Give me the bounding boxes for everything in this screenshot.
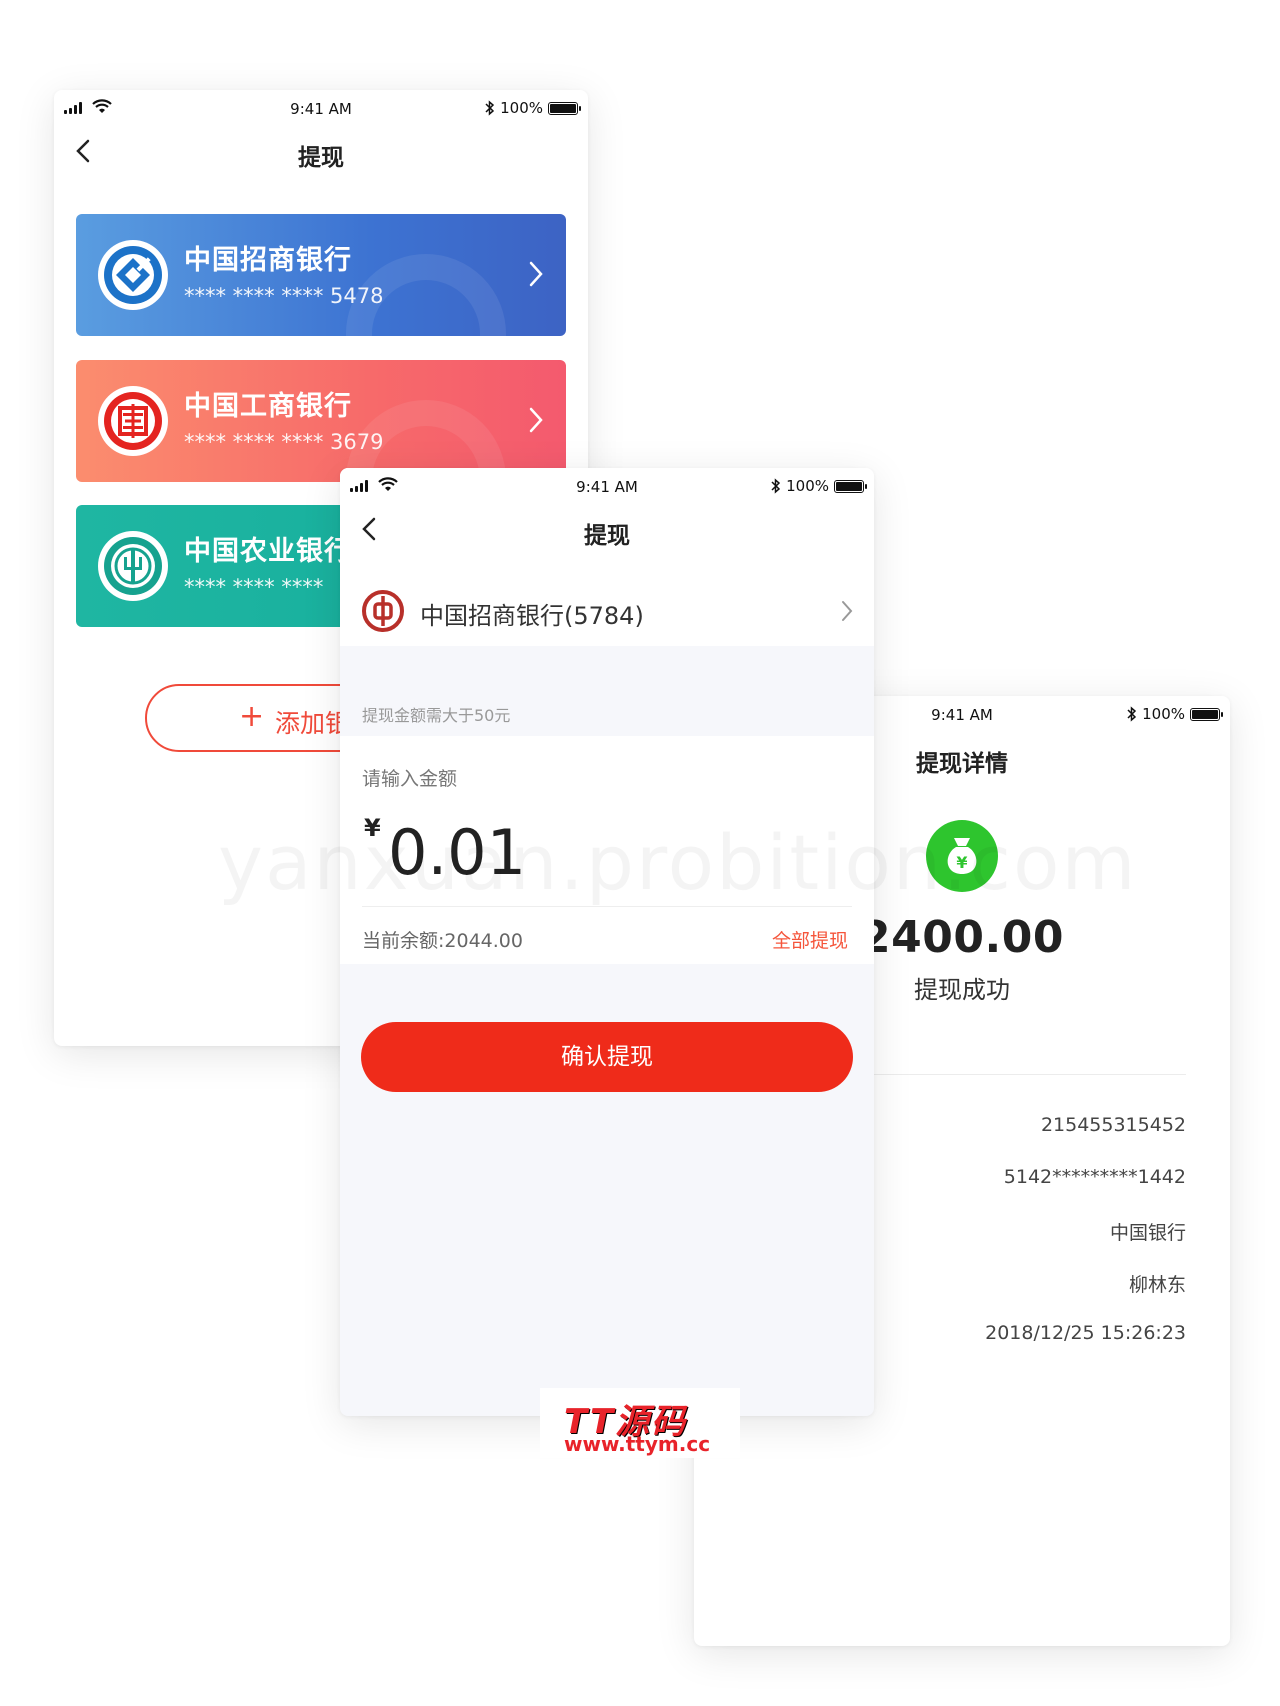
bluetooth-icon [771,478,781,494]
bluetooth-icon [485,100,495,116]
card-number: **** **** **** 3679 [184,430,384,454]
amount-input-label: 请输入金额 [362,768,458,790]
confirm-withdraw-button[interactable]: 确认提现 [361,1022,853,1092]
withdraw-all-link[interactable]: 全部提现 [772,926,848,953]
battery-percent: 100% [1142,705,1185,723]
nav-bar: 提现 [54,126,588,176]
select-bank-row[interactable]: 中国招商银行(5784) [340,576,874,646]
watermark: yanxuan.probition.com [218,818,1138,907]
status-bar: 9:41 AM 100% [54,90,588,126]
detail-time: 2018/12/25 15:26:23 [985,1322,1186,1344]
card-number: **** **** **** 5478 [184,284,384,308]
bluetooth-icon [1127,706,1137,722]
bank-card-icbc[interactable]: 中国工商银行 **** **** **** 3679 [76,360,566,482]
card-number: **** **** **** [184,575,324,599]
current-balance: 当前余额:2044.00 [362,930,523,952]
battery-percent: 100% [786,477,829,495]
cmb-logo-icon [98,240,168,310]
detail-bank: 中国银行 [1109,1222,1186,1244]
amount-hint: 提现金额需大于50元 [362,706,511,725]
chevron-right-icon [529,407,543,433]
withdraw-screen: 9:41 AM 100% 提现 中国招商银行(5784) 提现金额需大于50元 … [340,468,874,1416]
battery-percent: 100% [500,99,543,117]
page-title: 提现 [584,523,630,549]
chevron-right-icon [842,601,853,621]
card-bank-name: 中国工商银行 [184,391,352,422]
abc-logo-icon [98,531,168,601]
icbc-logo-icon [98,386,168,456]
card-bank-name: 中国招商银行 [184,245,352,276]
boc-logo-icon [362,590,404,632]
site-logo: TT源码 www.ttym.cc [540,1388,740,1458]
bank-card-cmb[interactable]: 中国招商银行 **** **** **** 5478 [76,214,566,336]
battery-icon [548,101,581,115]
battery-icon [834,479,867,493]
plus-icon: + [239,699,265,734]
site-logo-url: www.ttym.cc [564,1432,711,1456]
nav-bar: 提现 [340,504,874,554]
detail-card-number: 5142*********1442 [1003,1166,1186,1188]
battery-icon [1190,707,1223,721]
detail-order-number: 215455315452 [1040,1114,1186,1136]
chevron-right-icon [529,261,543,287]
page-title: 提现 [298,145,344,171]
card-bank-name: 中国农业银行 [184,536,352,567]
status-bar: 9:41 AM 100% [340,468,874,504]
selected-bank-name: 中国招商银行(5784) [420,602,644,630]
detail-account-holder: 柳林东 [1128,1274,1186,1296]
